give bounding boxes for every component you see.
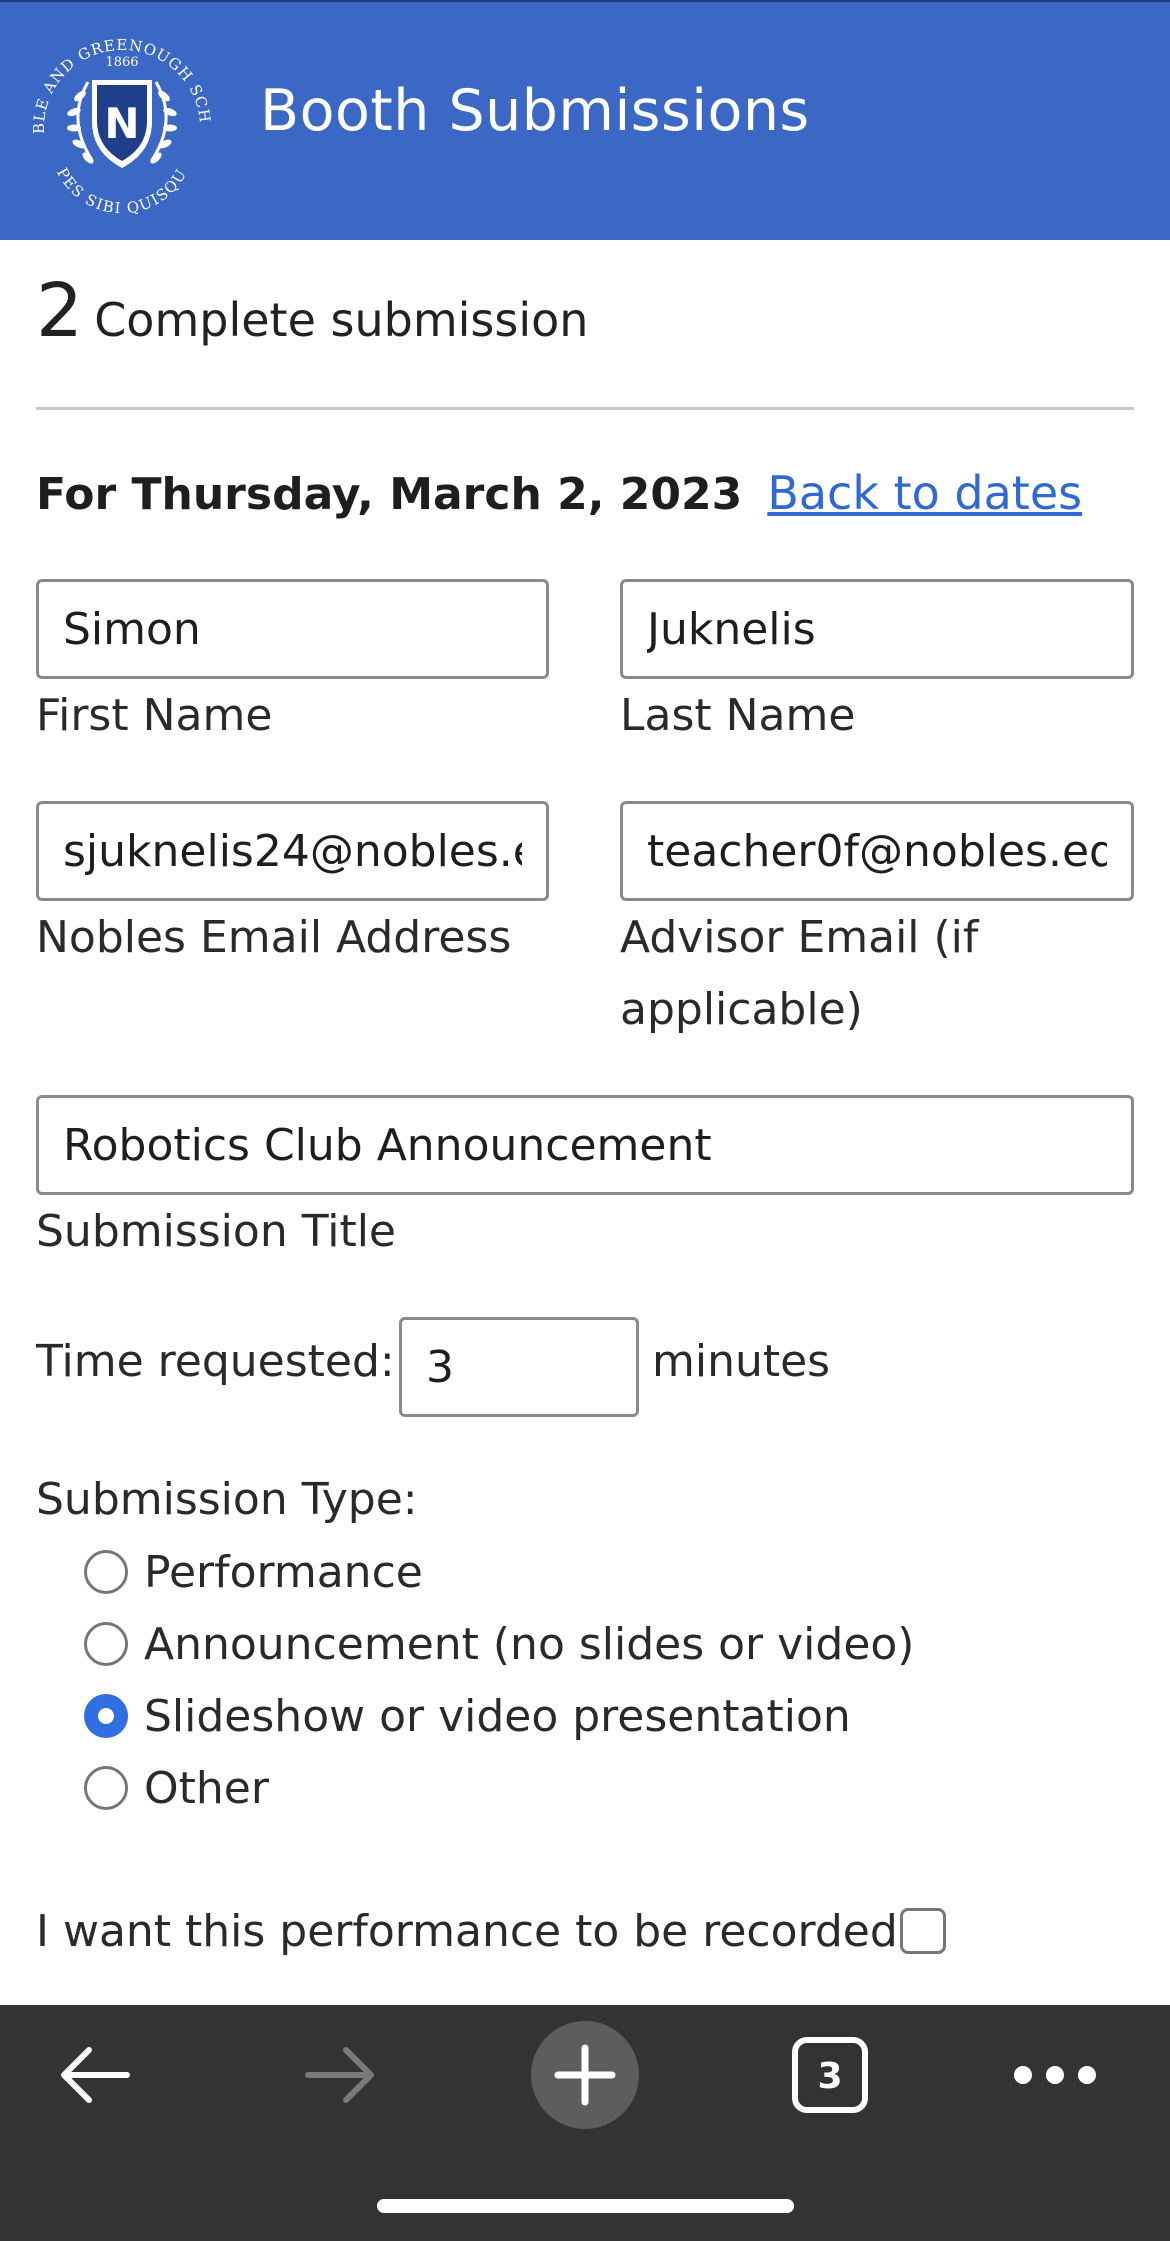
first-name-label: First Name bbox=[36, 690, 273, 741]
radio-label: Announcement (no slides or video) bbox=[144, 1618, 915, 1670]
email-label: Nobles Email Address bbox=[36, 912, 512, 963]
record-label: I want this performance to be recorded: bbox=[36, 1906, 913, 1957]
advisor-email-input[interactable] bbox=[620, 801, 1134, 901]
new-tab-button[interactable] bbox=[530, 2005, 640, 2145]
tabs-icon: 3 bbox=[792, 2037, 868, 2113]
radio-label: Other bbox=[144, 1762, 269, 1814]
email-input[interactable] bbox=[36, 801, 549, 901]
tab-count: 3 bbox=[817, 2056, 842, 2097]
home-indicator[interactable] bbox=[377, 2199, 794, 2213]
step-heading: 2 Complete submission bbox=[36, 268, 588, 354]
forward-arrow-icon bbox=[305, 2047, 374, 2103]
seal-year: 1866 bbox=[105, 55, 138, 70]
radio-label: Slideshow or video presentation bbox=[144, 1690, 851, 1742]
tabs-button[interactable]: 3 bbox=[775, 2005, 885, 2145]
new-tab-plus-icon bbox=[531, 2021, 639, 2129]
selected-date: For Thursday, March 2, 2023 bbox=[36, 469, 743, 520]
forward-button[interactable] bbox=[285, 2005, 395, 2145]
first-name-input[interactable] bbox=[36, 579, 549, 679]
radio-button-selected[interactable] bbox=[84, 1694, 128, 1738]
back-to-dates-link[interactable]: Back to dates bbox=[767, 466, 1082, 520]
date-line: For Thursday, March 2, 2023 Back to date… bbox=[36, 466, 1082, 520]
back-arrow-icon bbox=[61, 2047, 130, 2103]
submission-type-label: Submission Type: bbox=[36, 1474, 418, 1525]
time-requested-input[interactable] bbox=[399, 1317, 639, 1417]
app-title: Booth Submissions bbox=[260, 78, 810, 144]
step-number: 2 bbox=[36, 268, 84, 354]
school-seal-logo: NOBLE AND GREENOUGH SCHOOL SPES SIBI QUI… bbox=[22, 10, 213, 217]
radio-option-performance[interactable]: Performance bbox=[84, 1540, 423, 1604]
back-button[interactable] bbox=[40, 2005, 150, 2145]
more-icon bbox=[1014, 2066, 1096, 2084]
submission-title-label: Submission Title bbox=[36, 1206, 396, 1257]
radio-option-other[interactable]: Other bbox=[84, 1756, 269, 1820]
radio-option-slideshow[interactable]: Slideshow or video presentation bbox=[84, 1684, 851, 1748]
time-unit-label: minutes bbox=[652, 1336, 831, 1387]
radio-label: Performance bbox=[144, 1546, 423, 1598]
seal-shield-letter: N bbox=[104, 99, 139, 148]
submission-title-input[interactable] bbox=[36, 1095, 1134, 1195]
advisor-email-label: Advisor Email (if applicable) bbox=[620, 912, 979, 1035]
time-requested-label: Time requested: bbox=[36, 1336, 395, 1387]
last-name-label: Last Name bbox=[620, 690, 856, 741]
radio-option-announcement[interactable]: Announcement (no slides or video) bbox=[84, 1612, 914, 1676]
divider bbox=[36, 407, 1134, 410]
radio-button[interactable] bbox=[84, 1622, 128, 1666]
step-label: Complete submission bbox=[94, 293, 589, 347]
app-header: NOBLE AND GREENOUGH SCHOOL SPES SIBI QUI… bbox=[0, 0, 1170, 240]
radio-button[interactable] bbox=[84, 1766, 128, 1810]
more-button[interactable] bbox=[1000, 2005, 1110, 2145]
last-name-input[interactable] bbox=[620, 579, 1134, 679]
record-checkbox[interactable] bbox=[900, 1908, 946, 1954]
radio-button[interactable] bbox=[84, 1550, 128, 1594]
